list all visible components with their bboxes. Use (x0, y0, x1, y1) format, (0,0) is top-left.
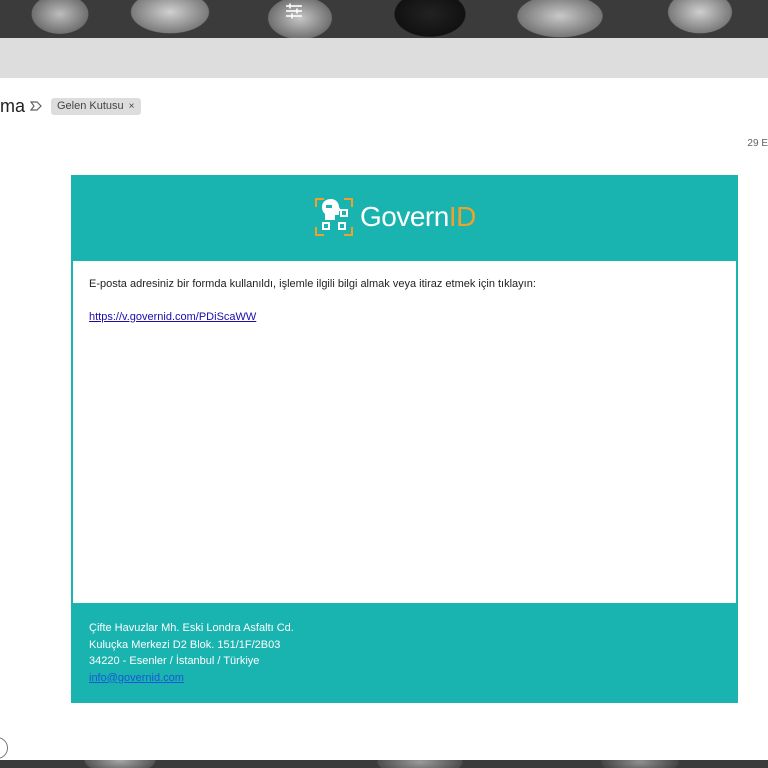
verification-link[interactable]: https://v.governid.com/PDiScaWW (89, 311, 256, 323)
label-chip-text: Gelen Kutusu (57, 100, 124, 112)
email-header-banner: GovernID (71, 175, 738, 261)
email-message: E-posta adresiniz bir formda kullanıldı,… (89, 278, 536, 290)
governid-logo: GovernID (314, 195, 496, 239)
brand-name: GovernID (360, 201, 476, 232)
email-date: 29 E (747, 138, 768, 149)
close-icon[interactable]: × (129, 98, 135, 115)
label-chip-inbox[interactable]: Gelen Kutusu × (51, 98, 141, 115)
footer-email-link[interactable]: info@governid.com (89, 670, 294, 687)
footer-address: Çifte Havuzlar Mh. Eski Londra Asfaltı C… (89, 620, 294, 686)
top-toolbar-strip (0, 38, 768, 78)
footer-line-2: Kuluçka Merkezi D2 Blok. 151/1F/2B03 (89, 638, 281, 651)
email-content: GovernID E-posta adresiniz bir formda ku… (71, 175, 738, 703)
governid-logo-icon (315, 198, 353, 236)
footer-line-3: 34220 - Esenler / İstanbul / Türkiye (89, 655, 260, 667)
email-footer: Çifte Havuzlar Mh. Eski Londra Asfaltı C… (71, 603, 738, 703)
email-subject: ma (0, 96, 26, 116)
email-body: E-posta adresiniz bir formda kullanıldı,… (73, 261, 736, 603)
footer-line-1: Çifte Havuzlar Mh. Eski Londra Asfaltı C… (89, 622, 294, 634)
filter-sliders-icon[interactable] (284, 2, 304, 20)
label-arrow-icon[interactable] (30, 100, 42, 112)
